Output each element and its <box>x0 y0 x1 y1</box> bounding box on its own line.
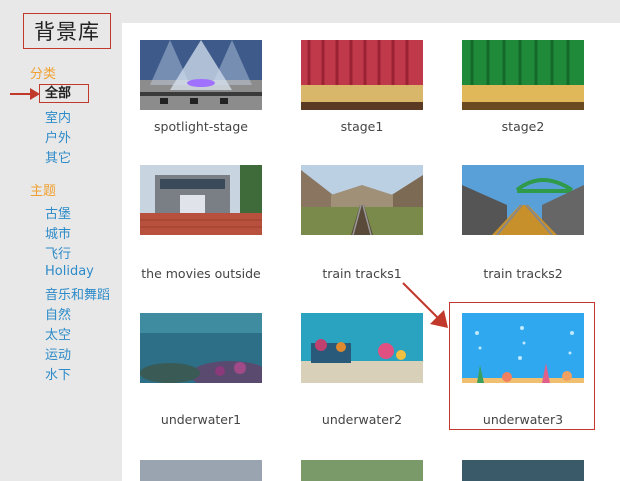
dark-reef-thumbnail[interactable] <box>140 313 262 383</box>
theme-item-castle[interactable]: 古堡 <box>45 203 71 222</box>
pointer-arrow-icon <box>10 88 40 100</box>
category-heading: 分类 <box>30 67 57 82</box>
library-title-box: 背景库 <box>23 13 111 49</box>
background-label: underwater3 <box>482 412 564 427</box>
background-label: underwater1 <box>160 412 242 427</box>
bridge-railway-thumbnail[interactable] <box>462 165 584 235</box>
background-label: underwater2 <box>321 412 403 427</box>
background-label: the movies outside <box>141 266 261 281</box>
background-label: train tracks1 <box>322 266 402 281</box>
theme-heading: 主题 <box>30 184 57 199</box>
partial-thumbnail[interactable] <box>140 460 262 481</box>
background-label: stage2 <box>501 119 545 134</box>
theme-item-flying[interactable]: 飞行 <box>45 243 71 262</box>
red-curtain-stage-thumbnail[interactable] <box>301 40 423 110</box>
theme-item-sports[interactable]: 运动 <box>45 344 71 363</box>
partial-thumbnail[interactable] <box>301 460 423 481</box>
pointer-arrow-icon <box>402 282 448 328</box>
theme-item-city[interactable]: 城市 <box>45 223 71 242</box>
theme-item-music-dance[interactable]: 音乐和舞蹈 <box>45 284 110 303</box>
theme-item-nature[interactable]: 自然 <box>45 304 71 323</box>
theme-item-underwater[interactable]: 水下 <box>45 364 71 383</box>
category-item-other[interactable]: 其它 <box>45 147 71 166</box>
category-item-indoor[interactable]: 室内 <box>45 107 71 126</box>
background-label: stage1 <box>340 119 384 134</box>
cinema-building-thumbnail[interactable] <box>140 165 262 235</box>
category-item-all[interactable]: 全部 <box>39 84 89 103</box>
library-title: 背景库 <box>34 20 100 44</box>
background-label: spotlight-stage <box>154 119 248 134</box>
theme-item-holiday[interactable]: Holiday <box>45 264 94 279</box>
green-curtain-stage-thumbnail[interactable] <box>462 40 584 110</box>
cartoon-underwater-thumbnail[interactable] <box>462 313 584 383</box>
spotlight-stage-thumbnail[interactable] <box>140 40 262 110</box>
background-label: train tracks2 <box>483 266 563 281</box>
category-item-outdoor[interactable]: 户外 <box>45 127 71 146</box>
canyon-railway-thumbnail[interactable] <box>301 165 423 235</box>
theme-item-space[interactable]: 太空 <box>45 324 71 343</box>
partial-thumbnail[interactable] <box>462 460 584 481</box>
